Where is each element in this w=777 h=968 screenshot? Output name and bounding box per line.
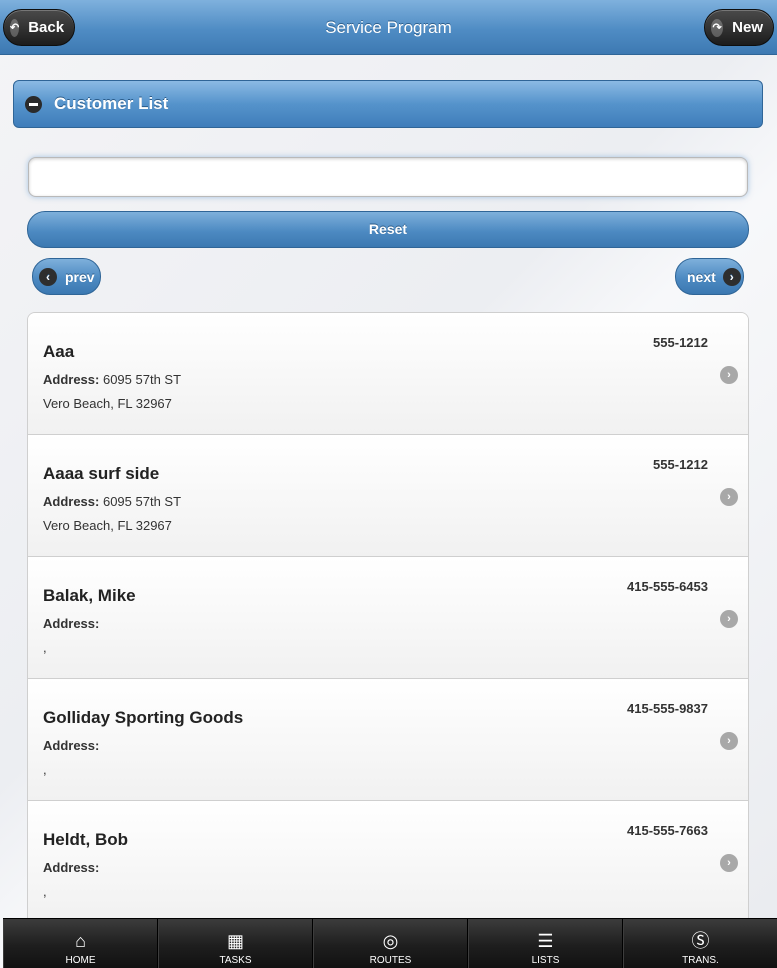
tab-lists[interactable]: ☰ LISTS — [468, 919, 623, 968]
chevron-right-icon: › — [720, 366, 738, 384]
customer-city: , — [43, 762, 47, 777]
customer-address: Address: 6095 57th ST — [43, 494, 181, 509]
customer-city: , — [43, 640, 47, 655]
customer-phone: 555-1212 — [653, 457, 708, 472]
dollar-icon: Ⓢ — [691, 931, 710, 951]
calendar-icon: ▦ — [226, 931, 244, 951]
chevron-right-icon: › — [720, 610, 738, 628]
customer-address: Address: — [43, 860, 99, 875]
customer-city: Vero Beach, FL 32967 — [43, 518, 172, 533]
search-input[interactable] — [28, 157, 748, 197]
address-label: Address: — [43, 738, 100, 753]
tab-label: TASKS — [219, 955, 252, 966]
new-button-label: New — [732, 19, 763, 36]
app-header: ↶ Back Service Program ↷ New — [0, 0, 777, 55]
list-item[interactable]: Aaaa surf side 555-1212 Address: 6095 57… — [28, 435, 748, 557]
customer-city: Vero Beach, FL 32967 — [43, 396, 172, 411]
next-label: next — [687, 268, 716, 285]
customer-phone: 415-555-7663 — [627, 823, 708, 838]
customer-address: Address: — [43, 738, 99, 753]
tab-label: ROUTES — [369, 955, 412, 966]
address-street: 6095 57th ST — [99, 372, 182, 387]
list-item[interactable]: Heldt, Bob 415-555-7663 Address: , › — [28, 801, 748, 923]
tab-routes[interactable]: ◎ ROUTES — [313, 919, 468, 968]
address-label: Address: — [43, 860, 100, 875]
page-title: Service Program — [325, 18, 452, 37]
chevron-right-icon: › — [720, 854, 738, 872]
address-label: Address: — [43, 616, 100, 631]
list-icon: ☰ — [537, 931, 554, 951]
new-button[interactable]: ↷ New — [704, 9, 774, 46]
customer-list-collapsible[interactable]: Customer List — [13, 80, 763, 128]
customer-name: Aaa — [43, 342, 75, 361]
tab-label: LISTS — [531, 955, 560, 966]
customer-phone: 415-555-6453 — [627, 579, 708, 594]
customer-phone: 555-1212 — [653, 335, 708, 350]
globe-icon: ◎ — [382, 931, 399, 951]
tab-home[interactable]: ⌂ HOME — [3, 919, 158, 968]
customer-list-content: Reset ‹ prev next › Aaa 555-1212 Address… — [27, 150, 749, 924]
prev-button[interactable]: ‹ prev — [32, 258, 101, 295]
customer-list: Aaa 555-1212 Address: 6095 57th ST Vero … — [27, 312, 749, 924]
address-street: 6095 57th ST — [99, 494, 182, 509]
tab-label: TRANS. — [682, 955, 719, 966]
chevron-right-icon: › — [720, 488, 738, 506]
tab-tasks[interactable]: ▦ TASKS — [158, 919, 313, 968]
address-label: Address: — [43, 372, 100, 387]
next-button[interactable]: next › — [675, 258, 744, 295]
home-icon: ⌂ — [75, 931, 86, 951]
customer-name: Balak, Mike — [43, 586, 136, 605]
customer-name: Heldt, Bob — [43, 830, 128, 849]
customer-phone: 415-555-9837 — [627, 701, 708, 716]
list-item[interactable]: Balak, Mike 415-555-6453 Address: , › — [28, 557, 748, 679]
chevron-right-icon: › — [720, 732, 738, 750]
chevron-left-icon: ‹ — [39, 267, 57, 286]
tab-label: HOME — [65, 955, 96, 966]
customer-city: , — [43, 884, 47, 899]
list-item[interactable]: Aaa 555-1212 Address: 6095 57th ST Vero … — [28, 313, 748, 435]
collapsible-title: Customer List — [54, 94, 169, 113]
customer-address: Address: 6095 57th ST — [43, 372, 181, 387]
customer-name: Aaaa surf side — [43, 464, 160, 483]
new-arrow-icon: ↷ — [711, 18, 724, 37]
tab-trans[interactable]: Ⓢ TRANS. — [623, 919, 777, 968]
list-item[interactable]: Golliday Sporting Goods 415-555-9837 Add… — [28, 679, 748, 801]
chevron-right-icon: › — [722, 267, 741, 286]
address-label: Address: — [43, 494, 100, 509]
customer-address: Address: — [43, 616, 99, 631]
prev-label: prev — [65, 268, 95, 285]
customer-name: Golliday Sporting Goods — [43, 708, 244, 727]
collapse-minus-icon — [25, 95, 42, 113]
reset-button[interactable]: Reset — [27, 211, 749, 248]
footer-navbar: ⌂ HOME ▦ TASKS ◎ ROUTES ☰ LISTS Ⓢ TRANS. — [3, 918, 777, 968]
